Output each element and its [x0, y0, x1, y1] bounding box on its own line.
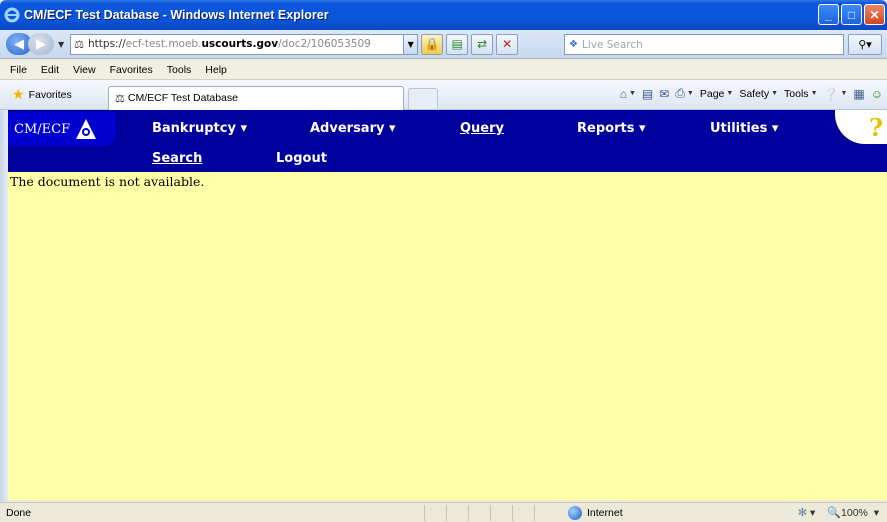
home-icon: ⌂ [619, 86, 627, 101]
cmecf-logo-text: CM/ECF [14, 121, 71, 137]
recent-pages-dropdown[interactable]: ▼ [58, 40, 64, 49]
globe-icon [568, 505, 582, 520]
menu-bar: File Edit View Favorites Tools Help [0, 60, 887, 80]
refresh-icon[interactable]: ⇄ [471, 33, 494, 55]
home-button[interactable]: ⌂ ▼ [620, 87, 636, 101]
favorites-button[interactable]: ★ Favorites [0, 86, 108, 103]
forward-button[interactable]: ▶ [28, 33, 54, 55]
page-menu-label: Page [699, 87, 725, 100]
stop-icon[interactable]: ✕ [496, 33, 519, 55]
status-text: Done [6, 506, 32, 519]
url-subdomain: ecf-test.moeb. [125, 38, 202, 50]
address-dropdown-button[interactable]: ▼ [404, 33, 419, 55]
menu-adversary[interactable]: Adversary ▾ [310, 121, 396, 136]
command-bar: ⌂ ▼ ▤ ✉ ⎙ ▼ Page ▼ Safety ▼ Tools ▼ ❔ ▼ ▦ ☺ [620, 86, 883, 101]
search-button[interactable]: ⚲▾ [848, 34, 882, 55]
magnifier-icon: ⚲▾ [858, 38, 872, 51]
messenger-icon: ☺ [870, 86, 883, 101]
printer-icon: ⎙ [675, 86, 685, 100]
menu-query[interactable]: Query [460, 121, 504, 136]
page-icon: ⚖ [115, 92, 125, 105]
tools-menu[interactable]: Tools ▼ [784, 88, 817, 100]
cmecf-navigation: CM/ECF Bankruptcy ▾ Adversary ▾ Query Re… [8, 110, 887, 172]
menu-utilities[interactable]: Utilities ▾ [710, 121, 778, 136]
new-tab-button[interactable] [408, 87, 438, 110]
tab-label: CM/ECF Test Database [127, 92, 238, 104]
lock-icon[interactable]: 🔒 [421, 33, 444, 55]
window-title: CM/ECF Test Database - Windows Internet … [24, 8, 329, 22]
protected-mode-button[interactable]: ✻ ▾ [798, 506, 815, 519]
compatibility-icon[interactable]: ▤ [446, 33, 469, 55]
cmecf-help-button[interactable]: ? [835, 110, 887, 144]
tools-menu-label: Tools [784, 87, 809, 100]
page-menu[interactable]: Page ▼ [700, 88, 733, 100]
menu-tools[interactable]: Tools [167, 64, 192, 76]
safety-menu-label: Safety [739, 87, 770, 100]
address-toolbar: ◀ ▶ ▼ ⚖ https:// ecf-test.moeb. uscourts… [0, 30, 887, 59]
favorites-bar: ★ Favorites ⚖ CM/ECF Test Database ⌂ ▼ ▤ … [0, 80, 887, 110]
status-bar: Done Internet ✻ ▾ 🔍100% ▾ [0, 502, 887, 522]
forward-arrow-icon: ▶ [36, 36, 46, 52]
help-icon: ❔ [823, 86, 839, 101]
title-bar: CM/ECF Test Database - Windows Internet … [0, 0, 887, 30]
star-icon: ★ [12, 86, 25, 102]
research-icon: ▦ [853, 86, 865, 101]
url-domain: uscourts.gov [201, 38, 279, 50]
logout-label: Logout [276, 151, 327, 166]
menu-edit[interactable]: Edit [41, 64, 59, 76]
zone-label: Internet [587, 506, 623, 519]
adversary-label: Adversary [310, 121, 385, 136]
help-button[interactable]: ❔ ▼ [824, 87, 848, 101]
back-arrow-icon: ◀ [14, 36, 24, 52]
safety-menu[interactable]: Safety ▼ [739, 88, 778, 100]
page-content: The document is not available. [8, 172, 887, 500]
search-label: Search [152, 151, 203, 166]
url-scheme: https:// [88, 38, 126, 50]
document-unavailable-message: The document is not available. [10, 174, 205, 189]
zoom-level: 100% [841, 507, 868, 519]
page-icon: ⚖ [74, 37, 85, 51]
menu-reports[interactable]: Reports ▾ [577, 121, 646, 136]
menu-bankruptcy[interactable]: Bankruptcy ▾ [152, 121, 247, 136]
reports-label: Reports [577, 121, 635, 136]
menu-favorites[interactable]: Favorites [110, 64, 153, 76]
live-search-icon: ❖ [569, 39, 578, 50]
menu-search[interactable]: Search [152, 151, 202, 166]
messenger-button[interactable]: ☺ [871, 87, 883, 101]
internet-explorer-icon [4, 7, 20, 23]
feeds-button[interactable]: ▤ [642, 87, 653, 101]
read-mail-button[interactable]: ✉ [659, 87, 669, 101]
menu-view[interactable]: View [73, 64, 96, 76]
feeds-icon: ▤ [641, 86, 654, 101]
query-label: Query [460, 121, 505, 136]
close-button[interactable]: ✕ [864, 4, 885, 25]
search-input[interactable]: ❖ Live Search [564, 34, 844, 55]
search-placeholder: Live Search [581, 38, 643, 51]
cmecf-logo[interactable]: CM/ECF [8, 112, 116, 146]
maximize-button[interactable]: □ [841, 4, 862, 25]
tab-cmecf-test-database[interactable]: ⚖ CM/ECF Test Database [108, 85, 404, 110]
research-button[interactable]: ▦ [853, 87, 864, 101]
print-button[interactable]: ⎙ ▼ [675, 86, 694, 101]
menu-logout[interactable]: Logout [276, 151, 327, 166]
mail-icon: ✉ [659, 86, 670, 101]
zoom-button[interactable]: 🔍100% ▾ [827, 506, 879, 519]
security-zone[interactable]: Internet [568, 505, 623, 520]
scales-of-justice-icon [76, 119, 97, 139]
protected-mode-icon: ✻ [797, 507, 808, 519]
menu-help[interactable]: Help [205, 64, 227, 76]
minimize-button[interactable]: _ [818, 4, 839, 25]
utilities-label: Utilities [710, 121, 768, 136]
bankruptcy-label: Bankruptcy [152, 121, 236, 136]
content-frame-border [0, 110, 8, 502]
zoom-icon: 🔍 [827, 507, 842, 519]
question-mark-icon: ? [868, 112, 883, 142]
menu-file[interactable]: File [10, 64, 27, 76]
url-path: /doc2/106053509 [278, 38, 371, 50]
favorites-label: Favorites [28, 88, 72, 101]
address-input[interactable]: ⚖ https:// ecf-test.moeb. uscourts.gov /… [70, 33, 405, 55]
